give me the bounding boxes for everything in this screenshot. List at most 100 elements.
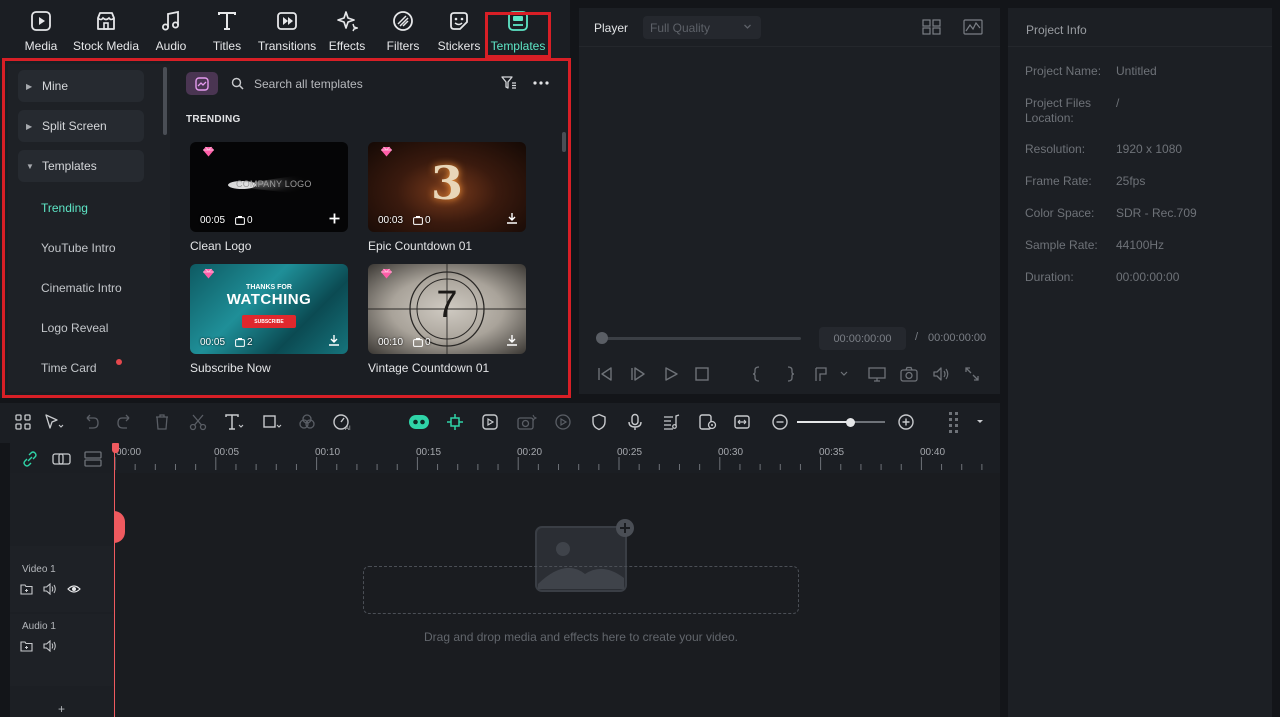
category-split-screen[interactable]: ▶ Split Screen <box>18 110 144 142</box>
add-track-button[interactable]: + <box>58 702 65 716</box>
folder-icon[interactable] <box>20 583 33 595</box>
download-icon[interactable] <box>506 334 518 346</box>
grid-scrollbar[interactable] <box>562 132 566 152</box>
tab-transitions[interactable]: Transitions <box>256 8 318 56</box>
add-track-link-icon[interactable] <box>52 451 72 467</box>
render-preview-icon[interactable] <box>554 413 572 431</box>
tab-titles[interactable]: Titles <box>208 8 246 56</box>
tab-media[interactable]: Media <box>22 8 60 56</box>
zoom-in-icon[interactable] <box>897 413 915 431</box>
template-card-clean-logo[interactable]: COMPANY LOGO 00:05 0 Clean Logo <box>190 142 348 253</box>
download-icon[interactable] <box>506 212 518 224</box>
subcategory-cinematic-intro[interactable]: Cinematic Intro <box>41 281 122 295</box>
chevron-down-icon <box>743 22 752 31</box>
link-icon[interactable] <box>22 451 38 467</box>
text-tool-icon[interactable] <box>224 413 244 431</box>
more-options-icon[interactable] <box>532 77 550 89</box>
playhead-line[interactable] <box>114 443 115 717</box>
grid-layout-icon[interactable] <box>922 19 942 35</box>
stop-icon[interactable] <box>694 366 710 382</box>
current-time-field[interactable]: 00:00:00:00 <box>819 327 906 350</box>
premium-gem-icon <box>380 268 393 279</box>
template-card-subscribe-now[interactable]: THANKS FOR WATCHING SUBSCRIBE 00:05 2 Su… <box>190 264 348 375</box>
subcategory-youtube-intro[interactable]: YouTube Intro <box>41 241 116 255</box>
ai-camera-icon[interactable] <box>516 413 538 431</box>
category-mine[interactable]: ▶ Mine <box>18 70 144 102</box>
track-manager-icon[interactable] <box>84 451 102 467</box>
crop-icon[interactable] <box>262 413 282 431</box>
play-icon[interactable] <box>663 366 679 382</box>
layout-grid-icon[interactable] <box>14 413 32 431</box>
tab-audio[interactable]: Audio <box>152 8 190 56</box>
audio-mixer-icon[interactable] <box>662 413 680 431</box>
category-scrollbar[interactable] <box>163 67 167 135</box>
speaker-icon[interactable] <box>43 583 57 595</box>
display-icon[interactable] <box>868 366 886 382</box>
info-value-project-name: Untitled <box>1116 64 1157 78</box>
transition-icon <box>274 8 300 34</box>
tab-stock-media[interactable]: Stock Media <box>72 8 140 56</box>
ai-assistant-icon[interactable] <box>408 413 430 431</box>
tab-stickers[interactable]: Stickers <box>437 8 481 56</box>
filter-funnel-icon[interactable] <box>501 76 517 90</box>
delete-icon[interactable] <box>154 413 170 431</box>
template-card-epic-countdown[interactable]: 3 00:03 0 Epic Countdown 01 <box>368 142 526 253</box>
tab-effects[interactable]: Effects <box>326 8 368 56</box>
clip-count: 0 <box>247 215 253 226</box>
fullscreen-icon[interactable] <box>964 366 980 382</box>
text-t-icon <box>214 8 240 34</box>
ruler-ticks <box>114 457 983 470</box>
category-templates[interactable]: ▼ Templates <box>18 150 144 182</box>
tab-label: Titles <box>212 39 242 53</box>
motion-tracking-icon[interactable] <box>446 413 464 431</box>
search-icon <box>231 77 244 90</box>
volume-icon[interactable] <box>932 366 950 382</box>
undo-icon[interactable] <box>82 413 100 431</box>
template-mode-button[interactable] <box>186 72 218 95</box>
shield-icon[interactable] <box>590 413 608 431</box>
microphone-icon[interactable] <box>626 413 644 431</box>
timeline-ruler[interactable] <box>114 443 1000 473</box>
tab-filters[interactable]: Filters <box>384 8 422 56</box>
folder-icon[interactable] <box>20 640 33 652</box>
auto-reframe-icon[interactable] <box>481 413 499 431</box>
playback-progress-knob[interactable] <box>596 332 608 344</box>
subcategory-logo-reveal[interactable]: Logo Reveal <box>41 321 108 335</box>
ai-speed-icon[interactable]: AI <box>332 413 352 431</box>
color-icon[interactable] <box>298 413 316 431</box>
download-icon[interactable] <box>328 334 340 346</box>
subcategory-trending[interactable]: Trending <box>41 201 88 215</box>
template-card-vintage-countdown[interactable]: 7 00:10 0 Vintage Countdown 01 <box>368 264 526 375</box>
add-icon[interactable] <box>329 213 340 224</box>
drop-zone[interactable] <box>363 566 799 614</box>
eye-icon[interactable] <box>67 584 81 594</box>
next-frame-icon[interactable] <box>630 366 646 382</box>
template-meta: 00:05 2 <box>200 337 253 348</box>
split-scissors-icon[interactable] <box>189 413 207 431</box>
waveform-monitor-icon[interactable] <box>963 19 983 35</box>
speaker-icon[interactable] <box>43 640 57 652</box>
zoom-out-icon[interactable] <box>771 413 789 431</box>
mark-in-icon[interactable] <box>750 366 764 382</box>
redo-icon[interactable] <box>116 413 134 431</box>
fit-timeline-icon[interactable] <box>733 413 751 431</box>
playback-progress-track[interactable] <box>598 337 801 340</box>
info-label-duration: Duration: <box>1025 270 1074 284</box>
divider <box>1008 46 1272 47</box>
quality-select[interactable]: Full Quality <box>643 16 761 39</box>
mark-out-icon[interactable] <box>783 366 797 382</box>
previous-frame-icon[interactable] <box>597 366 613 382</box>
more-tools-icon[interactable] <box>946 410 988 434</box>
tab-label: Stickers <box>437 39 481 53</box>
subcategory-time-card[interactable]: Time Card <box>41 361 97 375</box>
snapshot-camera-icon[interactable] <box>900 366 918 382</box>
thumbnail-subscribe-button: SUBSCRIBE <box>242 315 296 328</box>
playhead-cap[interactable] <box>112 443 119 453</box>
caret-right-icon: ▶ <box>26 121 33 131</box>
search-input[interactable] <box>254 76 454 92</box>
info-label-files-location: Project Files Location: <box>1025 96 1092 125</box>
select-cursor-icon[interactable] <box>44 413 66 431</box>
clip-settings-icon[interactable] <box>698 413 718 431</box>
marker-icon[interactable] <box>814 366 848 382</box>
zoom-slider-knob[interactable] <box>846 418 855 427</box>
